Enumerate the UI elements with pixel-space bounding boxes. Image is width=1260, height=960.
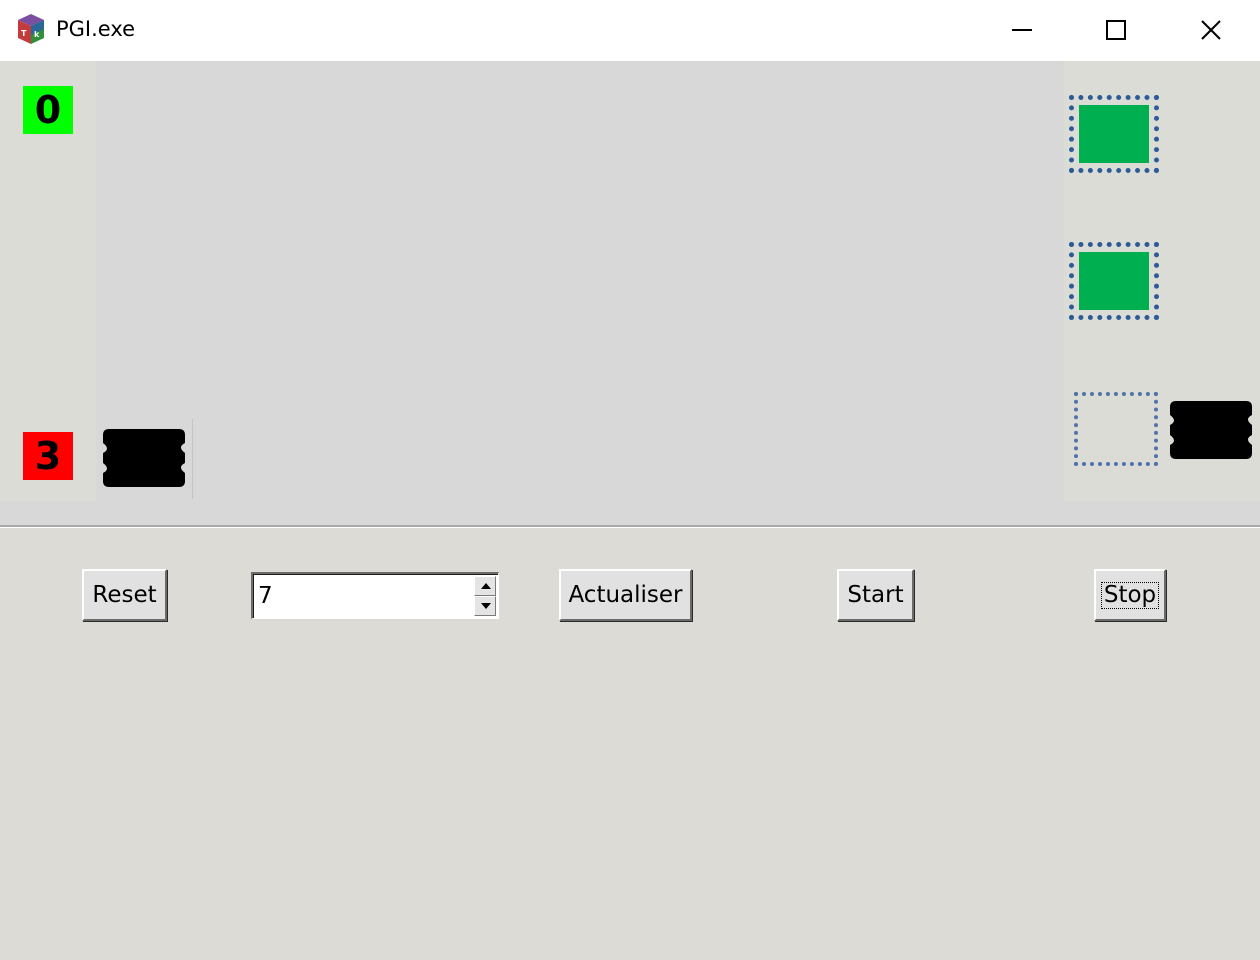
reset-button[interactable]: Reset bbox=[82, 569, 167, 621]
parking-slot-empty bbox=[1074, 392, 1158, 466]
spin-up-button[interactable] bbox=[474, 576, 496, 596]
app-icon: T k bbox=[16, 12, 46, 46]
title-bar[interactable]: T k PGI.exe bbox=[0, 0, 1260, 61]
simulation-canvas[interactable]: 0 3 bbox=[0, 61, 1260, 525]
svg-text:T: T bbox=[21, 29, 27, 38]
stop-button-label: Stop bbox=[1100, 581, 1160, 609]
maximize-icon bbox=[1106, 20, 1126, 40]
score-top: 0 bbox=[23, 86, 73, 134]
maximize-button[interactable] bbox=[1094, 10, 1138, 50]
close-icon bbox=[1201, 20, 1221, 40]
divider bbox=[0, 525, 1260, 528]
score-bottom: 3 bbox=[23, 432, 73, 480]
start-button[interactable]: Start bbox=[837, 569, 914, 621]
svg-text:k: k bbox=[34, 30, 40, 39]
car-icon bbox=[101, 423, 187, 493]
minimize-button[interactable] bbox=[1000, 10, 1044, 50]
close-button[interactable] bbox=[1189, 10, 1233, 50]
minimize-icon bbox=[1012, 29, 1032, 31]
spin-arrows[interactable] bbox=[474, 576, 496, 616]
window-title: PGI.exe bbox=[56, 17, 136, 41]
arrow-down-icon bbox=[481, 603, 491, 609]
spinbox[interactable] bbox=[251, 572, 499, 619]
spin-down-button[interactable] bbox=[474, 596, 496, 616]
lane-marker bbox=[192, 419, 193, 499]
parking-slot bbox=[1069, 95, 1159, 173]
slot-fill bbox=[1079, 252, 1149, 310]
arrow-up-icon bbox=[481, 583, 491, 589]
actualiser-button[interactable]: Actualiser bbox=[559, 569, 692, 621]
stop-button[interactable]: Stop bbox=[1094, 569, 1166, 621]
slot-fill bbox=[1083, 401, 1149, 457]
app-window: T k PGI.exe 0 3 Reset 7 Actualiser Start… bbox=[0, 0, 1260, 960]
spin-value-input[interactable] bbox=[256, 577, 472, 615]
car-icon bbox=[1168, 395, 1254, 465]
slot-fill bbox=[1079, 105, 1149, 163]
parking-slot bbox=[1069, 242, 1159, 320]
